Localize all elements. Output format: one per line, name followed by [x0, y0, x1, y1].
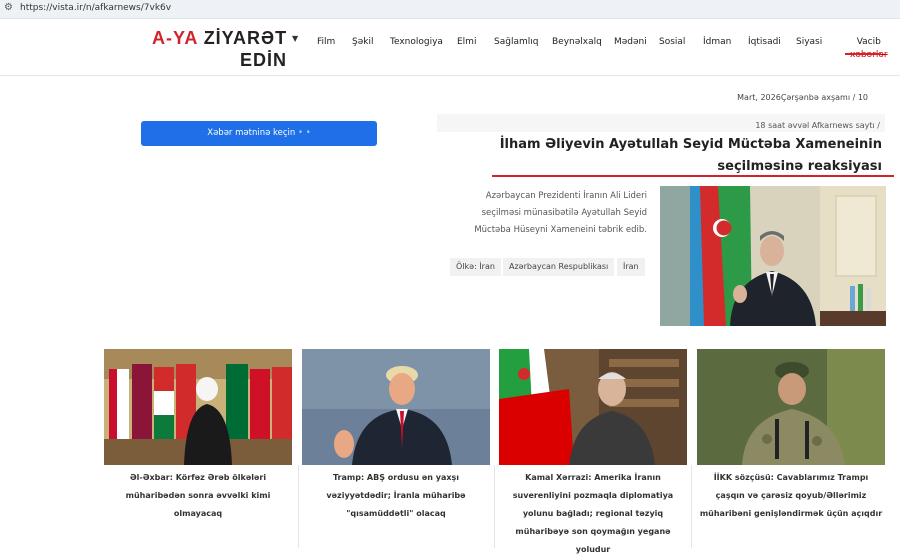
- nav-item-saglamliq[interactable]: Sağlamlıq: [494, 37, 538, 47]
- active-nav-underline: [845, 53, 881, 55]
- nav-item-vacib-xeberler[interactable]: Vacib xəbərlər: [850, 36, 888, 62]
- nav-item-idman[interactable]: İdman: [703, 37, 731, 47]
- card-image: [302, 349, 490, 465]
- nav-item-beynelxalq[interactable]: Beynəlxalq: [552, 37, 602, 47]
- tag-olke-iran[interactable]: Ölkə: İran: [450, 258, 501, 276]
- xeberler-label: xəbərlər: [850, 50, 888, 60]
- card-caption[interactable]: İİKK sözçüsü: Cavablarımız Trampı çaşqın…: [697, 465, 885, 523]
- article-lead: Azərbaycan Prezidenti İranın Ali Lideri …: [474, 191, 647, 235]
- card-caption[interactable]: Kamal Xərrazi: Amerika İranın suverenliy…: [499, 465, 687, 559]
- nav-item-medeni[interactable]: Mədəni: [614, 37, 647, 47]
- card-image: [697, 349, 885, 465]
- current-date: Mart, 2026Çərşənbə axşamı / 10: [737, 93, 868, 102]
- news-card[interactable]: Kamal Xərrazi: Amerika İranın suverenliy…: [499, 349, 687, 559]
- logo-text-line1: ZİYARƏT: [197, 28, 288, 48]
- article-meta: 18 saat əvvəl Afkarnews saytı /: [755, 121, 880, 130]
- card-caption[interactable]: Tramp: ABŞ ordusu ən yaxşı vəziyyətdədir…: [302, 465, 490, 523]
- nav-item-iqtisadi[interactable]: İqtisadi: [748, 37, 781, 47]
- card-image: [104, 349, 292, 465]
- read-article-label: Xəbər mətninə keçin: [207, 128, 296, 138]
- tag-azerbaycan[interactable]: Azərbaycan Respublikası: [503, 258, 615, 276]
- nav-item-elmi[interactable]: Elmi: [457, 37, 476, 47]
- loading-dots: • •: [295, 128, 311, 138]
- nav-item-texnologiya[interactable]: Texnologiya: [390, 37, 443, 47]
- article-title: İlham Əliyevin Ayətullah Seyid Müctəba X…: [499, 137, 882, 174]
- article-main-image: [660, 186, 886, 326]
- card-image: [499, 349, 687, 465]
- nav-item-sekil[interactable]: Şəkil: [352, 37, 373, 47]
- card-divider: [691, 465, 692, 548]
- logo-mark: A-YA: [152, 28, 198, 48]
- card-divider: [494, 465, 495, 548]
- nav-item-siyasi[interactable]: Siyasi: [796, 37, 822, 47]
- news-card[interactable]: İİKK sözçüsü: Cavablarımız Trampı çaşqın…: [697, 349, 885, 523]
- vacib-label: Vacib: [856, 37, 881, 47]
- tag-iran[interactable]: İran: [617, 258, 645, 276]
- site-settings-icon[interactable]: ⚙: [4, 2, 13, 13]
- read-article-button[interactable]: Xəbər mətninə keçin • •: [141, 121, 377, 146]
- site-header: A-YA ZİYARƏT EDİN ▼ Film Şəkil Texnologi…: [0, 19, 900, 76]
- title-underline: [492, 175, 894, 177]
- card-divider: [298, 465, 299, 548]
- nav-item-film[interactable]: Film: [317, 37, 335, 47]
- logo-text-line2: EDİN: [240, 50, 288, 70]
- url-text[interactable]: https://vista.ir/n/afkarnews/7vk6v: [20, 3, 171, 13]
- site-logo[interactable]: A-YA ZİYARƏT EDİN ▼: [150, 28, 300, 72]
- nav-item-sosial[interactable]: Sosial: [659, 37, 685, 47]
- news-card[interactable]: Tramp: ABŞ ordusu ən yaxşı vəziyyətdədir…: [302, 349, 490, 523]
- president-photo: [660, 186, 886, 326]
- browser-address-bar[interactable]: ⚙ https://vista.ir/n/afkarnews/7vk6v: [0, 0, 900, 19]
- card-caption[interactable]: Əl-Əxbar: Körfəz Ərəb ölkələri müharibəd…: [104, 465, 292, 523]
- chevron-down-icon[interactable]: ▼: [292, 34, 298, 43]
- news-card[interactable]: Əl-Əxbar: Körfəz Ərəb ölkələri müharibəd…: [104, 349, 292, 523]
